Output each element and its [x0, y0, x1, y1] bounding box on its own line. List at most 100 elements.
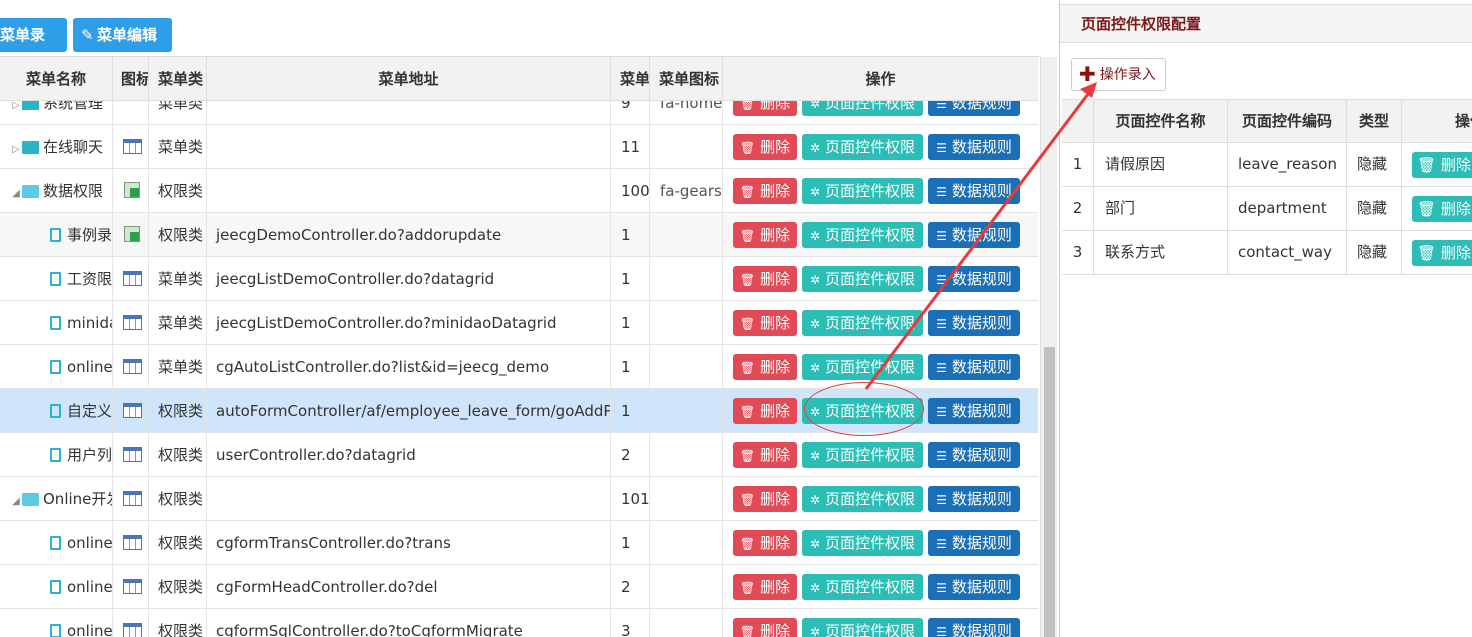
delete-button[interactable]: 🗑 删除: [733, 442, 797, 468]
table-row[interactable]: ◢ 数据权限 权限类 100 fa-gears 🗑 删除 ✲ 页面控件权限 ☰ 数据规则: [0, 169, 1038, 213]
delete-button[interactable]: 🗑 删除: [733, 486, 797, 512]
expand-icon[interactable]: ▷: [10, 128, 22, 169]
col-menu-type[interactable]: 菜单类: [149, 57, 207, 101]
col-menu-name[interactable]: 菜单名称: [0, 57, 113, 101]
table-row[interactable]: ▷ 系统管理 菜单类 9 fa-home 🗑 删除 ✲ 页面控件权限 ☰ 数据规则: [0, 101, 1038, 125]
trash-icon: 🗑: [739, 101, 756, 111]
control-row[interactable]: 3 联系方式 contact_way 隐藏 🗑 删除: [1062, 231, 1472, 275]
cell-control-action: 🗑 删除: [1402, 187, 1472, 230]
control-row[interactable]: 2 部门 department 隐藏 🗑 删除: [1062, 187, 1472, 231]
menu-name-text: 用户列: [67, 446, 113, 464]
page-control-button[interactable]: ✲ 页面控件权限: [802, 134, 923, 160]
collapse-icon[interactable]: ◢: [10, 480, 22, 521]
table-row[interactable]: 工资限 菜单类 jeecgListDemoController.do?datagri…: [0, 257, 1038, 301]
page-control-panel: 页面控件权限配置 ✚操作录入 页面控件名称 页面控件编码 类型 操作 1请假原因…: [1059, 0, 1472, 637]
page-control-button[interactable]: ✲ 页面控件权限: [802, 574, 923, 600]
delete-control-button[interactable]: 🗑 删除: [1412, 240, 1472, 266]
data-rule-button[interactable]: ☰ 数据规则: [928, 101, 1020, 116]
page-control-button[interactable]: ✲ 页面控件权限: [802, 310, 923, 336]
add-operation-label: 操作录入: [1099, 67, 1156, 83]
table-row[interactable]: online 权限类 cgformSqlController.do?toCgform…: [0, 609, 1038, 637]
delete-button[interactable]: 🗑 删除: [733, 134, 797, 160]
data-rule-button[interactable]: ☰ 数据规则: [928, 266, 1020, 292]
delete-control-button[interactable]: 🗑 删除: [1412, 196, 1472, 222]
delete-control-button[interactable]: 🗑 删除: [1412, 152, 1472, 178]
data-rule-button[interactable]: ☰ 数据规则: [928, 442, 1020, 468]
table-row[interactable]: online 权限类 cgFormHeadController.do?del 2 🗑 删除…: [0, 565, 1038, 609]
table-row[interactable]: minida 菜单类jeecgListDemoController.do?mini…: [0, 301, 1038, 345]
data-rule-button[interactable]: ☰ 数据规则: [928, 310, 1020, 336]
delete-button[interactable]: 🗑 删除: [733, 354, 797, 380]
data-rule-button[interactable]: ☰ 数据规则: [928, 134, 1020, 160]
table-row[interactable]: 用户列 权限类 userController.do?datagrid 2 🗑 删除 ✲ 页面控…: [0, 433, 1038, 477]
delete-button[interactable]: 🗑 删除: [733, 618, 797, 637]
gear-icon: ✲: [809, 405, 821, 419]
data-rule-button[interactable]: ☰ 数据规则: [928, 178, 1020, 204]
col-control-type[interactable]: 类型: [1347, 100, 1402, 143]
scrollbar-thumb[interactable]: [1044, 347, 1055, 637]
page-control-button[interactable]: ✲ 页面控件权限: [802, 442, 923, 468]
col-menu-icon[interactable]: 菜单图标: [650, 57, 723, 101]
cell-control-action: 🗑 删除: [1402, 231, 1472, 274]
page-control-button[interactable]: ✲ 页面控件权限: [802, 178, 923, 204]
expand-icon[interactable]: ▷: [10, 101, 22, 125]
page-control-button[interactable]: ✲ 页面控件权限: [802, 398, 923, 424]
data-rule-button[interactable]: ☰ 数据规则: [928, 222, 1020, 248]
cell-menu-name: minida: [0, 301, 113, 345]
delete-button[interactable]: 🗑 删除: [733, 398, 797, 424]
cell-actions: 🗑 删除 ✲ 页面控件权限 ☰ 数据规则: [723, 125, 1038, 169]
page-control-button[interactable]: ✲ 页面控件权限: [802, 486, 923, 512]
delete-button[interactable]: 🗑 删除: [733, 530, 797, 556]
trash-icon: 🗑: [739, 141, 756, 155]
delete-button[interactable]: 🗑 删除: [733, 101, 797, 116]
cell-icon: [113, 169, 149, 213]
grid-icon: [123, 623, 142, 637]
data-rule-button[interactable]: ☰ 数据规则: [928, 618, 1020, 637]
data-rule-button[interactable]: ☰ 数据规则: [928, 486, 1020, 512]
control-row[interactable]: 1 请假原因 leave_reason 隐藏 🗑 删除: [1062, 143, 1472, 187]
col-index: [1062, 100, 1094, 143]
cell-control-name: 请假原因: [1094, 143, 1228, 186]
delete-button[interactable]: 🗑 删除: [733, 310, 797, 336]
gear-icon: ✲: [809, 449, 821, 463]
delete-button[interactable]: 🗑 删除: [733, 178, 797, 204]
gear-icon: ✲: [809, 581, 821, 595]
col-icon[interactable]: 图标: [113, 57, 149, 101]
data-rule-button[interactable]: ☰ 数据规则: [928, 354, 1020, 380]
col-control-code[interactable]: 页面控件编码: [1228, 100, 1347, 143]
data-rule-button[interactable]: ☰ 数据规则: [928, 530, 1020, 556]
page-control-button[interactable]: ✲ 页面控件权限: [802, 101, 923, 116]
delete-button[interactable]: 🗑 删除: [733, 574, 797, 600]
trash-icon: 🗑: [739, 581, 756, 595]
page-control-button[interactable]: ✲ 页面控件权限: [802, 222, 923, 248]
table-row[interactable]: ▷ 在线聊天 菜单类 11 🗑 删除 ✲ 页面控件权限 ☰ 数据规则: [0, 125, 1038, 169]
page-control-button[interactable]: ✲ 页面控件权限: [802, 354, 923, 380]
table-row[interactable]: online 菜单类 cgAutoListController.do?list&id…: [0, 345, 1038, 389]
page-control-button[interactable]: ✲ 页面控件权限: [802, 266, 923, 292]
col-menu-url[interactable]: 菜单地址: [207, 57, 611, 101]
delete-button[interactable]: 🗑 删除: [733, 266, 797, 292]
add-menu-button[interactable]: 菜单录入: [0, 18, 67, 78]
trash-icon: 🗑: [739, 449, 756, 463]
add-operation-button[interactable]: ✚ 操作录入: [1071, 58, 1166, 91]
page-control-button[interactable]: ✲ 页面控件权限: [802, 530, 923, 556]
vertical-scrollbar[interactable]: [1040, 57, 1057, 637]
table-row[interactable]: ◢ Online开发 权限类 101 🗑 删除 ✲ 页面控件权限 ☰ 数据规则: [0, 477, 1038, 521]
cell-menu-icon: [650, 521, 723, 565]
page-control-button[interactable]: ✲ 页面控件权限: [802, 618, 923, 637]
cell-control-type: 隐藏: [1347, 143, 1402, 186]
col-order[interactable]: 菜单: [611, 57, 650, 101]
table-row[interactable]: online 权限类 cgformTransController.do?trans 1…: [0, 521, 1038, 565]
cell-menu-type: 权限类: [149, 213, 207, 257]
data-rule-button[interactable]: ☰ 数据规则: [928, 398, 1020, 424]
collapse-icon[interactable]: ◢: [10, 172, 22, 213]
table-row[interactable]: 自定义 权限类 autoFormController/af/employee_lea…: [0, 389, 1038, 433]
table-row[interactable]: 事例录 权限类 jeecgDemoController.do?addorupdate…: [0, 213, 1038, 257]
col-control-name[interactable]: 页面控件名称: [1094, 100, 1228, 143]
document-icon: [50, 624, 61, 637]
edit-menu-button[interactable]: ✎ 菜单编辑: [73, 18, 172, 52]
menu-name-text: 系统管理: [43, 101, 104, 112]
page-control-label: 页面控件权限: [825, 358, 916, 376]
data-rule-button[interactable]: ☰ 数据规则: [928, 574, 1020, 600]
delete-button[interactable]: 🗑 删除: [733, 222, 797, 248]
